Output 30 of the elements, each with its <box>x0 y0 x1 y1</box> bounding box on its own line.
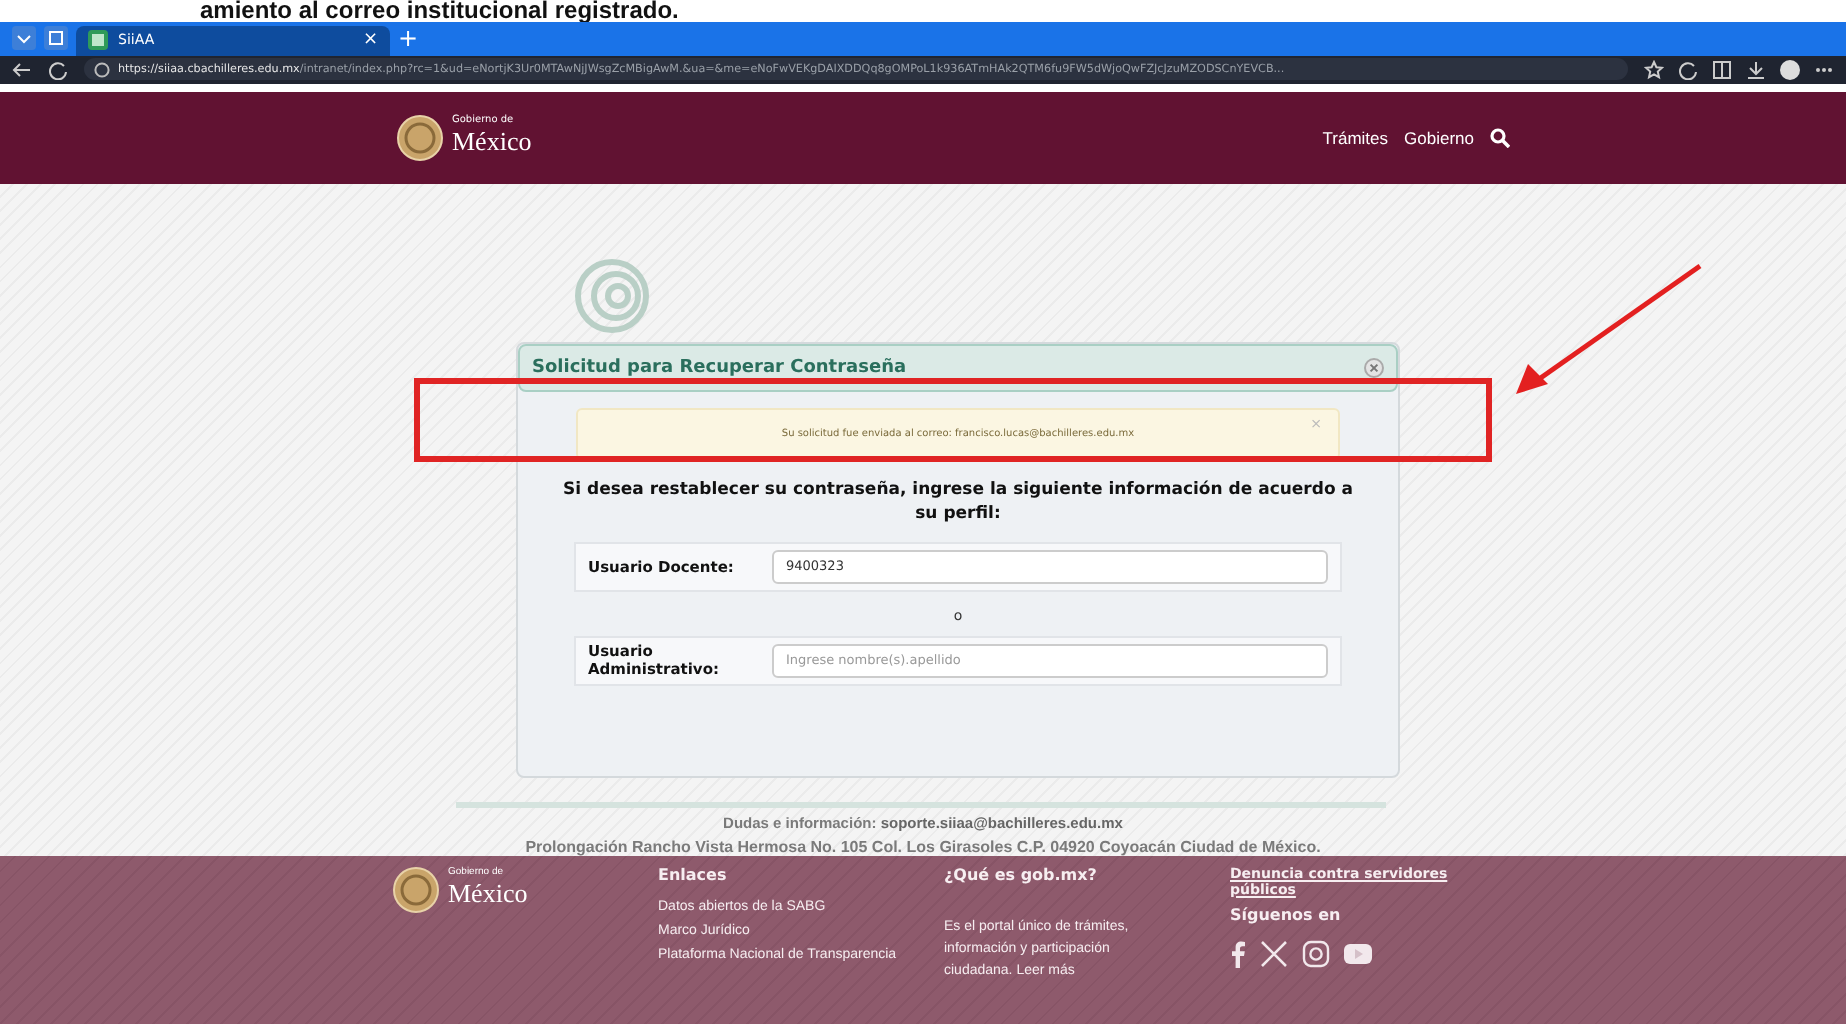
dialog-title: Solicitud para Recuperar Contraseña <box>532 357 907 378</box>
avatar-icon[interactable] <box>1780 59 1800 80</box>
x-icon[interactable] <box>1260 939 1288 968</box>
back-icon[interactable] <box>12 59 32 80</box>
footer-heading: Síguenos en <box>1230 905 1343 924</box>
footer-heading: ¿Qué es gob.mx? <box>944 865 1099 884</box>
download-icon[interactable] <box>1746 59 1766 80</box>
seal-icon[interactable] <box>392 865 440 914</box>
facebook-icon[interactable] <box>1230 939 1246 968</box>
address-text: Prolongación Rancho Vista Hermosa No. 105 Col. Los Girasoles C.P. 04920 Coyoacán Ciudad de México. <box>525 837 1321 856</box>
split-screen-icon[interactable] <box>1712 59 1732 80</box>
search-icon[interactable] <box>1490 127 1510 148</box>
close-icon[interactable]: × <box>362 30 378 51</box>
chevron-down-icon[interactable] <box>12 26 36 51</box>
reload-icon[interactable] <box>1678 59 1698 80</box>
seal-icon[interactable] <box>396 113 444 162</box>
close-icon[interactable] <box>1364 357 1384 378</box>
footer-heading: Enlaces <box>658 865 729 884</box>
instruction-text: Si desea restablecer su contraseña, ingrese la siguiente información de acuerdo a su perfil: <box>560 477 1355 526</box>
reload-icon[interactable] <box>48 59 68 80</box>
nav-link[interactable]: Gobierno <box>1404 127 1474 148</box>
new-tab-button[interactable]: + <box>398 26 419 51</box>
spiral-logo-icon <box>572 255 652 336</box>
nav-link[interactable]: Trámites <box>1322 127 1389 148</box>
camera-icon[interactable] <box>1302 939 1330 968</box>
play-icon[interactable] <box>1344 941 1372 966</box>
star-icon[interactable] <box>1644 59 1664 80</box>
site-icon[interactable] <box>88 30 108 51</box>
logo-title: México <box>452 126 532 159</box>
logo-title: México <box>448 878 528 911</box>
